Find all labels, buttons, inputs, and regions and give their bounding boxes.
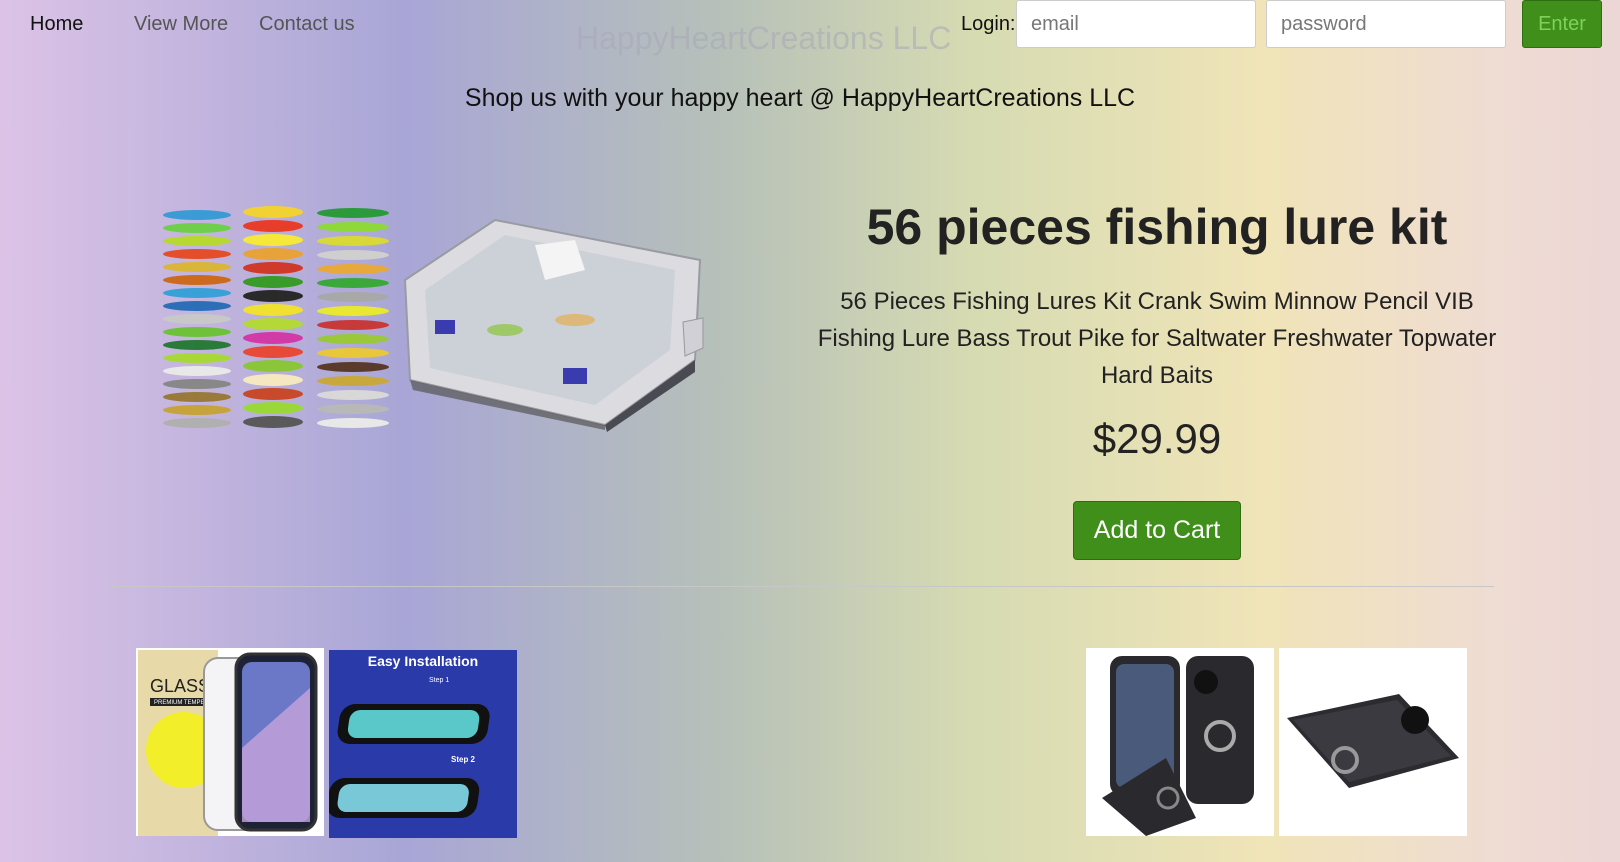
- nav-home-link[interactable]: Home: [30, 13, 83, 36]
- phone-case-image: [1086, 648, 1274, 836]
- product-description: 56 Pieces Fishing Lures Kit Crank Swim M…: [817, 288, 1497, 389]
- install-step2: Step 2: [451, 755, 476, 764]
- password-field[interactable]: [1266, 0, 1506, 48]
- phone-case-back-image: [1279, 648, 1467, 836]
- login-label: Login:: [961, 13, 1016, 35]
- product-price: $29.99: [1092, 415, 1222, 462]
- install-title: Easy Installation: [368, 653, 478, 669]
- brand-title: HappyHeartCreations LLC: [576, 20, 952, 56]
- lures-illustration: [163, 206, 389, 428]
- tagline: Shop us with your happy heart @ HappyHea…: [0, 84, 1620, 113]
- screen-protector-pack-image: GLASS PREMIUM TEMPERED: [136, 648, 324, 836]
- product-image[interactable]: [155, 200, 735, 460]
- thumbnail-phone-case-back[interactable]: [1279, 648, 1467, 836]
- thumbnail-easy-installation[interactable]: Easy Installation Step 1 Step 2: [329, 650, 517, 838]
- tagline-text: Shop us with your happy heart @ HappyHea…: [464, 84, 1136, 112]
- tackle-box-illustration: [403, 218, 704, 432]
- login-enter-button[interactable]: Enter: [1522, 0, 1602, 48]
- nav-view-more-link[interactable]: View More: [134, 13, 228, 36]
- easy-installation-image: Easy Installation Step 1 Step 2: [329, 650, 517, 838]
- nav-contact-link[interactable]: Contact us: [259, 13, 355, 36]
- glass-label: GLASS: [150, 676, 210, 696]
- thumbnail-phone-case[interactable]: [1086, 648, 1274, 836]
- email-field[interactable]: [1016, 0, 1256, 48]
- section-divider: [108, 586, 1494, 587]
- thumbnail-screen-protector-pack[interactable]: GLASS PREMIUM TEMPERED: [136, 648, 324, 836]
- add-to-cart-button[interactable]: Add to Cart: [1073, 501, 1241, 560]
- product-title: 56 pieces fishing lure kit: [866, 199, 1448, 255]
- top-nav: Home View More Contact us HappyHeartCrea…: [0, 0, 1620, 56]
- install-step1: Step 1: [429, 677, 449, 684]
